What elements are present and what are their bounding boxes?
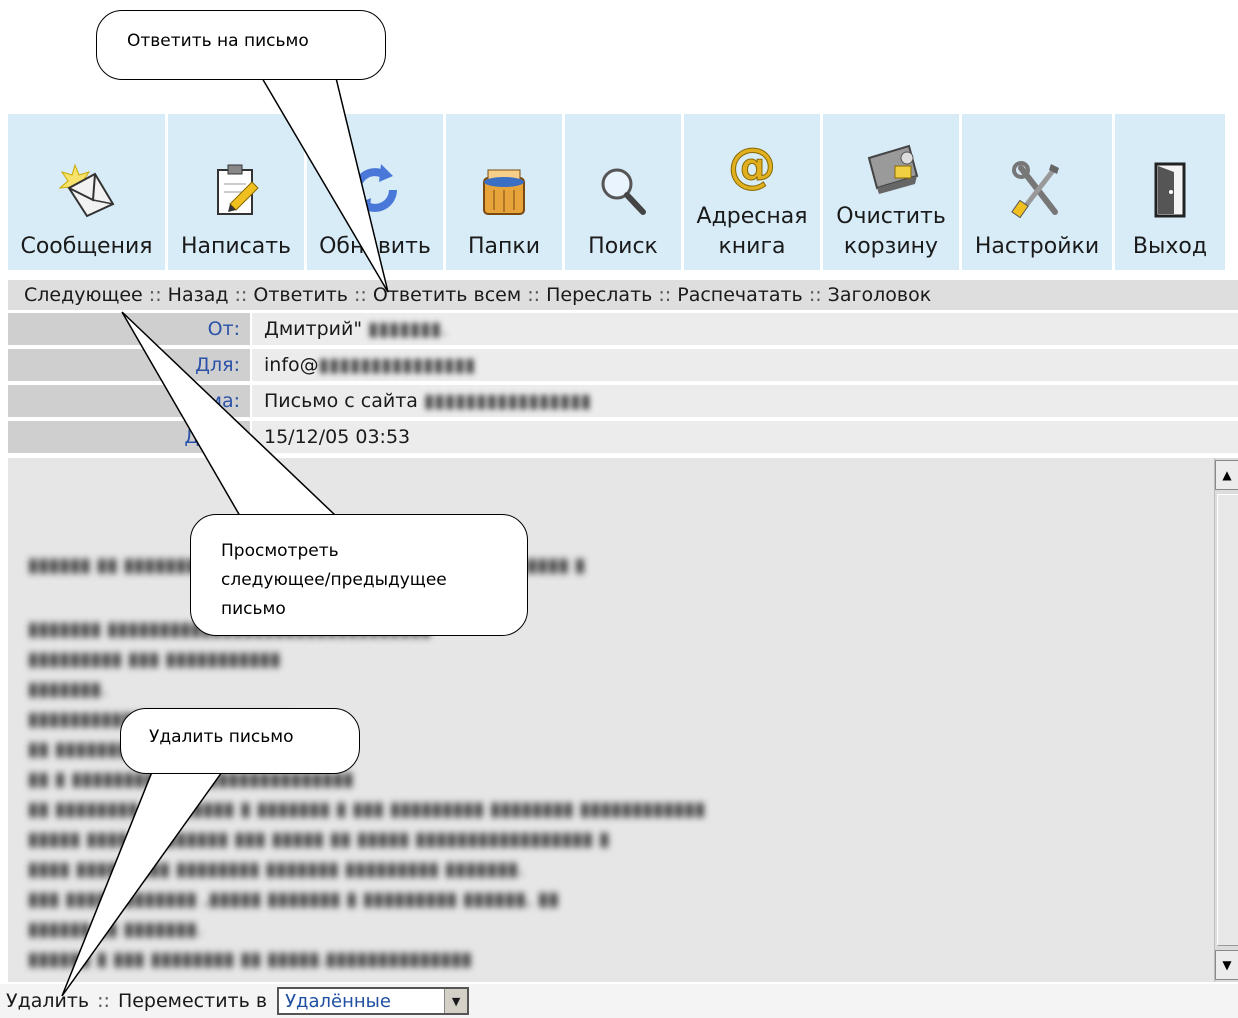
navigate-callout-tail bbox=[121, 311, 338, 517]
reply-callout-tail bbox=[260, 77, 389, 293]
delete-callout-tail bbox=[61, 771, 224, 997]
delete-callout: Удалить письмо bbox=[120, 708, 360, 774]
reply-callout: Ответить на письмо bbox=[96, 10, 386, 80]
callout-pointers bbox=[61, 77, 389, 997]
navigate-callout: Просмотреть следующее/предыдущее письмо bbox=[190, 514, 528, 636]
